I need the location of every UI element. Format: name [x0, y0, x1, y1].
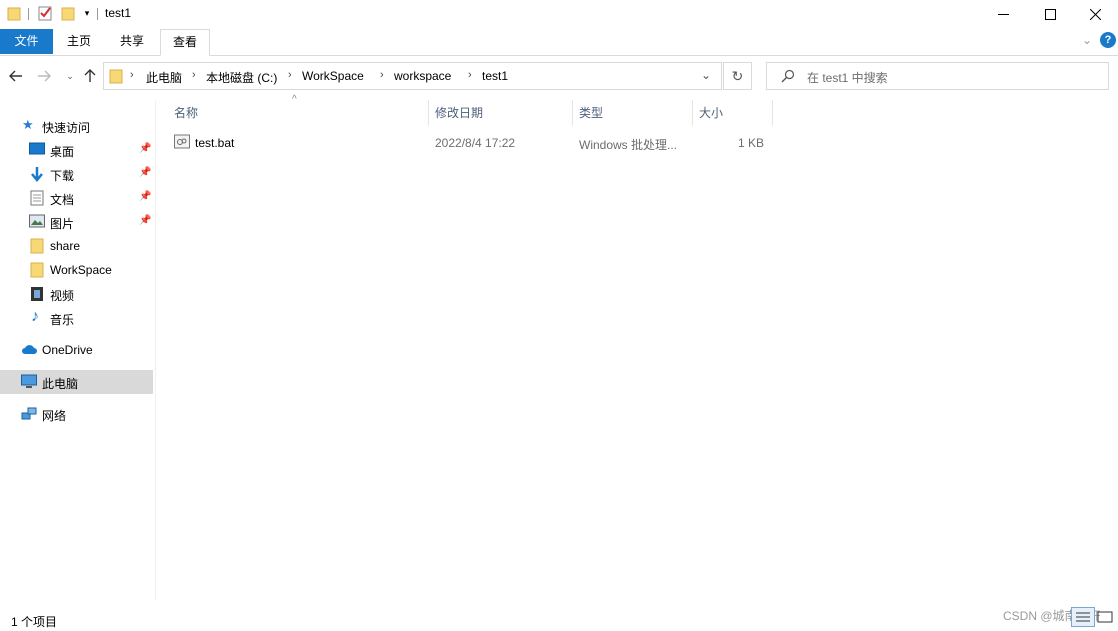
column-header-type[interactable]: 类型 [579, 104, 603, 126]
breadcrumb-this-pc[interactable]: 此电脑 [146, 69, 182, 86]
column-divider[interactable] [428, 100, 429, 126]
sidebar-item-quick-access[interactable]: ★ 快速访问 [0, 114, 153, 138]
sidebar-item-downloads[interactable]: 下载 📌 [0, 162, 153, 186]
download-arrow-icon [29, 166, 45, 182]
sidebar-item-this-pc[interactable]: 此电脑 [0, 370, 153, 394]
sidebar-item-desktop[interactable]: 桌面 📌 [0, 138, 153, 162]
tab-file[interactable]: 文件 [0, 29, 53, 54]
window-title: test1 [105, 6, 132, 20]
separator [97, 8, 98, 20]
column-divider[interactable] [772, 100, 773, 126]
star-icon: ★ [22, 117, 34, 132]
customize-toolbar-icon[interactable]: ▾ [79, 5, 95, 21]
large-icons-view-button[interactable] [1096, 609, 1114, 625]
desktop-icon [29, 142, 45, 158]
cloud-icon [21, 342, 37, 358]
sidebar-item-label: 桌面 [50, 145, 75, 159]
forward-button[interactable] [34, 66, 54, 86]
pin-icon: 📌 [139, 191, 152, 202]
breadcrumb-workspace[interactable]: WorkSpace [302, 69, 364, 83]
chevron-right-icon[interactable]: › [288, 69, 292, 81]
tab-home[interactable]: 主页 [55, 30, 103, 53]
folder-icon [30, 238, 46, 254]
tab-share[interactable]: 共享 [108, 30, 156, 53]
network-icon [21, 406, 37, 422]
sidebar-item-label: 文档 [50, 193, 75, 207]
breadcrumb-local-disk[interactable]: 本地磁盘 (C:) [206, 69, 277, 86]
back-button[interactable] [6, 66, 26, 86]
search-icon [781, 69, 795, 86]
document-icon [30, 190, 46, 206]
properties-icon[interactable] [37, 5, 53, 21]
table-row[interactable]: test.bat 2022/8/4 17:22 Windows 批处理... 1… [166, 130, 772, 154]
file-modified: 2022/8/4 17:22 [435, 136, 516, 150]
chevron-right-icon[interactable]: › [192, 69, 196, 81]
chevron-right-icon[interactable]: › [380, 69, 384, 81]
column-divider[interactable] [572, 100, 573, 126]
minimize-button[interactable] [980, 0, 1026, 28]
folder-icon [30, 262, 46, 278]
sidebar-item-label: 音乐 [50, 313, 75, 327]
sidebar-item-label: 图片 [50, 217, 75, 231]
sidebar-item-network[interactable]: 网络 [0, 402, 153, 426]
refresh-button[interactable]: ↻ [723, 62, 752, 90]
details-view-button[interactable] [1071, 607, 1095, 627]
sidebar-item-label: 网络 [42, 409, 67, 423]
address-bar[interactable]: › 此电脑 › 本地磁盘 (C:) › WorkSpace › workspac… [103, 62, 722, 90]
search-box[interactable]: 在 test1 中搜索 [766, 62, 1109, 90]
video-icon [30, 286, 46, 302]
sidebar-item-pictures[interactable]: 图片 📌 [0, 210, 153, 234]
sidebar-item-label: 快速访问 [42, 121, 91, 135]
chevron-right-icon[interactable]: › [130, 69, 134, 81]
sidebar-item-label: 视频 [50, 289, 75, 303]
expand-ribbon-icon[interactable]: ⌄ [1082, 33, 1092, 47]
sidebar-item-label: 此电脑 [42, 377, 79, 391]
sidebar-item-videos[interactable]: 视频 [0, 282, 153, 306]
file-size: 1 KB [738, 136, 765, 150]
sidebar-item-documents[interactable]: 文档 📌 [0, 186, 153, 210]
computer-icon [21, 374, 37, 390]
sidebar-item-music[interactable]: ♪ 音乐 [0, 306, 153, 330]
sidebar-item-label: WorkSpace [50, 263, 112, 277]
search-placeholder: 在 test1 中搜索 [807, 71, 888, 85]
up-button[interactable] [80, 66, 100, 86]
sidebar-item-onedrive[interactable]: OneDrive [0, 338, 153, 362]
ribbon-tabs: 文件 主页 共享 查看 ⌄ ? [0, 28, 1118, 56]
sidebar-item-workspace[interactable]: WorkSpace [0, 258, 153, 282]
folder-icon [109, 68, 123, 87]
sidebar-item-label: 下载 [50, 169, 75, 183]
breadcrumb-test1[interactable]: test1 [482, 69, 508, 83]
recent-locations-icon[interactable]: ⌄ [60, 66, 80, 86]
column-header-modified[interactable]: 修改日期 [435, 104, 483, 126]
folder-icon [6, 5, 22, 21]
breadcrumb-workspace-lower[interactable]: workspace [394, 69, 451, 83]
close-button[interactable] [1072, 0, 1118, 28]
sidebar-item-label: share [50, 239, 81, 253]
title-bar: ▾ test1 [0, 0, 1118, 28]
tab-view[interactable]: 查看 [160, 29, 211, 56]
navigation-pane: ★ 快速访问 桌面 📌 下载 📌 文档 📌 图片 📌 share WorkSpa… [0, 100, 156, 600]
pin-icon: 📌 [139, 167, 152, 178]
sort-ascending-icon: ^ [292, 94, 297, 105]
column-divider[interactable] [692, 100, 693, 126]
pin-icon: 📌 [139, 215, 152, 226]
maximize-button[interactable] [1027, 0, 1073, 28]
help-icon[interactable]: ? [1100, 32, 1116, 48]
address-dropdown-icon[interactable]: ⌄ [701, 68, 711, 82]
file-name: test.bat [195, 136, 235, 150]
sidebar-item-share[interactable]: share [0, 234, 153, 258]
pictures-icon [29, 214, 45, 230]
new-folder-icon[interactable] [60, 5, 76, 21]
sidebar-item-label: OneDrive [42, 343, 93, 357]
chevron-right-icon[interactable]: › [468, 69, 472, 81]
column-header-size[interactable]: 大小 [699, 104, 723, 126]
batch-file-icon [174, 134, 190, 152]
pin-icon: 📌 [139, 143, 152, 154]
file-type: Windows 批处理... [579, 138, 678, 152]
column-header-name[interactable]: 名称 [174, 104, 198, 126]
music-note-icon: ♪ [31, 308, 39, 325]
separator [28, 8, 29, 20]
status-item-count: 1 个项目 [11, 615, 58, 629]
